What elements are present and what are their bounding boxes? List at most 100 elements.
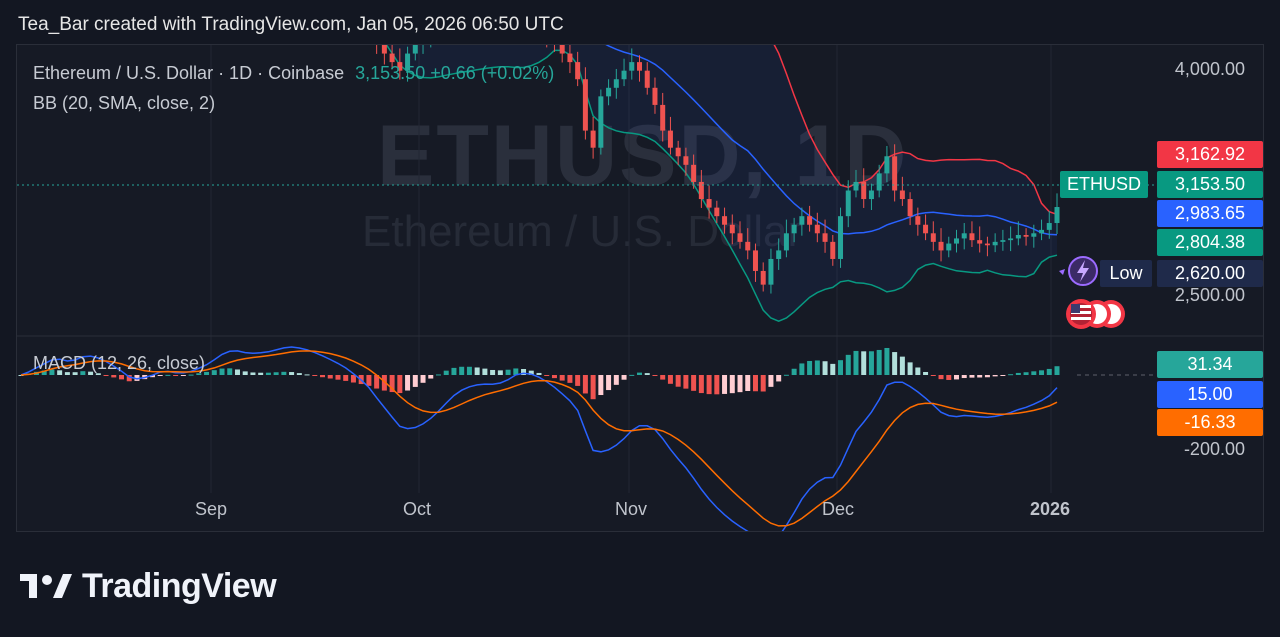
macd-histogram-bar bbox=[567, 375, 573, 383]
candle-body bbox=[915, 216, 921, 225]
macd-histogram-bar bbox=[946, 375, 952, 380]
candle-body bbox=[930, 233, 936, 242]
candle-body bbox=[575, 62, 581, 80]
macd-histogram-bar bbox=[899, 356, 905, 375]
macd-histogram-bar bbox=[868, 351, 874, 375]
macd-histogram-bar bbox=[1054, 366, 1060, 375]
price-tick-2500: 2,500.00 bbox=[1174, 285, 1245, 305]
macd-histogram-bar bbox=[551, 375, 557, 379]
tradingview-logo[interactable]: TradingView bbox=[20, 566, 277, 606]
macd-histogram-bar bbox=[273, 372, 279, 375]
candle-body bbox=[1015, 235, 1021, 239]
macd-histogram-bar bbox=[219, 368, 225, 375]
candle-body bbox=[884, 156, 890, 174]
candle-body bbox=[783, 233, 789, 251]
macd-histogram-bar bbox=[876, 349, 882, 375]
macd-histogram-bar bbox=[814, 360, 820, 375]
candle-body bbox=[582, 79, 588, 131]
macd-histogram-bar bbox=[838, 360, 844, 375]
candle-body bbox=[776, 250, 782, 259]
macd-histogram-bar bbox=[165, 374, 171, 376]
low-value-badge: 2,620.00 bbox=[1157, 260, 1263, 287]
macd-histogram-bar bbox=[258, 372, 264, 375]
x-tick-dec: Dec bbox=[822, 499, 855, 519]
macd-histogram-bar bbox=[977, 375, 983, 378]
macd-histogram-bar bbox=[799, 363, 805, 375]
candle-body bbox=[567, 53, 573, 63]
bb-legend[interactable]: BB (20, SMA, close, 2) bbox=[33, 93, 215, 114]
macd-histogram-bar bbox=[776, 375, 782, 382]
x-tick-2026: 2026 bbox=[1030, 499, 1071, 519]
macd-histogram-bar bbox=[335, 375, 341, 380]
macd-histogram-bar bbox=[250, 372, 256, 375]
candle-body bbox=[1039, 229, 1045, 234]
macd-histogram-bar bbox=[289, 372, 295, 375]
macd-histogram-bar bbox=[544, 375, 550, 376]
bb-upper-badge: 3,162.92 bbox=[1157, 141, 1263, 168]
candle-body bbox=[946, 243, 952, 251]
candle-body bbox=[706, 199, 712, 208]
candle-body bbox=[606, 87, 612, 97]
macd-histogram-bar bbox=[559, 375, 565, 381]
candle-body bbox=[660, 104, 666, 131]
macd-histogram-bar bbox=[296, 373, 302, 375]
lightning-icon[interactable] bbox=[1055, 255, 1103, 287]
chart-panel[interactable]: ETHUSD, 1D Ethereum / U.S. Dollar Ethere… bbox=[16, 44, 1264, 532]
macd-signal-badge: -16.33 bbox=[1157, 409, 1263, 436]
macd-histogram-bar bbox=[675, 375, 681, 387]
macd-histogram-bar bbox=[691, 375, 697, 391]
candle-body bbox=[830, 241, 836, 259]
macd-histogram-bar bbox=[992, 375, 998, 377]
macd-histogram-bar bbox=[729, 375, 735, 394]
symbol-last-values: 3,153.50 +0.66 (+0.02%) bbox=[355, 63, 555, 83]
header-credit: Tea_Bar created with TradingView.com, Ja… bbox=[18, 14, 564, 35]
candle-body bbox=[590, 130, 596, 148]
macd-histogram-bar bbox=[1000, 375, 1006, 376]
macd-histogram-bar bbox=[915, 367, 921, 375]
macd-histogram-bar bbox=[660, 375, 666, 380]
macd-histogram-bar bbox=[1039, 370, 1045, 375]
ethusd-label-badge: ETHUSD bbox=[1060, 171, 1148, 198]
macd-histogram-bar bbox=[350, 375, 356, 383]
macd-histogram-bar bbox=[497, 370, 503, 375]
candle-body bbox=[799, 216, 805, 225]
last-price-badge: 3,153.50 bbox=[1157, 171, 1263, 198]
macd-histogram-bar bbox=[281, 371, 287, 375]
macd-histogram-bar bbox=[807, 360, 813, 375]
candle-body bbox=[953, 238, 959, 244]
macd-histogram-bar bbox=[304, 374, 310, 376]
macd-histogram-bar bbox=[938, 375, 944, 380]
symbol-legend[interactable]: Ethereum / U.S. Dollar · 1D · Coinbase 3… bbox=[33, 63, 554, 84]
x-tick-oct: Oct bbox=[403, 499, 432, 519]
macd-histogram-bar bbox=[953, 375, 959, 380]
macd-histogram-bar bbox=[119, 375, 125, 380]
candle-body bbox=[381, 45, 387, 54]
candle-body bbox=[768, 258, 774, 285]
macd-histogram-bar bbox=[1008, 374, 1014, 376]
macd-histogram-bar bbox=[320, 375, 326, 378]
macd-histogram-bar bbox=[714, 375, 720, 395]
macd-histogram-bar bbox=[752, 375, 758, 392]
candle-body bbox=[961, 233, 967, 239]
macd-histogram-bar bbox=[459, 366, 465, 375]
candle-body bbox=[814, 224, 820, 234]
bb-basis-badge: 2,983.65 bbox=[1157, 200, 1263, 227]
macd-histogram-bar bbox=[234, 369, 240, 375]
macd-histogram-bar bbox=[961, 375, 967, 379]
macd-histogram-bar bbox=[1046, 368, 1052, 375]
macd-histogram-bar bbox=[327, 375, 333, 379]
macd-histogram-bar bbox=[435, 374, 441, 376]
macd-histogram-bar bbox=[173, 375, 179, 376]
macd-histogram-bar bbox=[621, 375, 627, 380]
macd-histogram-bar bbox=[536, 372, 542, 375]
macd-histogram-bar bbox=[1015, 372, 1021, 375]
candle-body bbox=[977, 240, 983, 244]
candle-body bbox=[845, 190, 851, 217]
macd-legend[interactable]: MACD (12, 26, close) bbox=[33, 353, 205, 374]
macd-histogram-bar bbox=[227, 368, 233, 375]
us-flag-events-icon[interactable] bbox=[1061, 297, 1129, 331]
macd-histogram-bar bbox=[412, 375, 418, 387]
candle-body bbox=[899, 190, 905, 200]
price-chart-svg[interactable] bbox=[17, 45, 1264, 532]
macd-histogram-bar bbox=[474, 367, 480, 375]
